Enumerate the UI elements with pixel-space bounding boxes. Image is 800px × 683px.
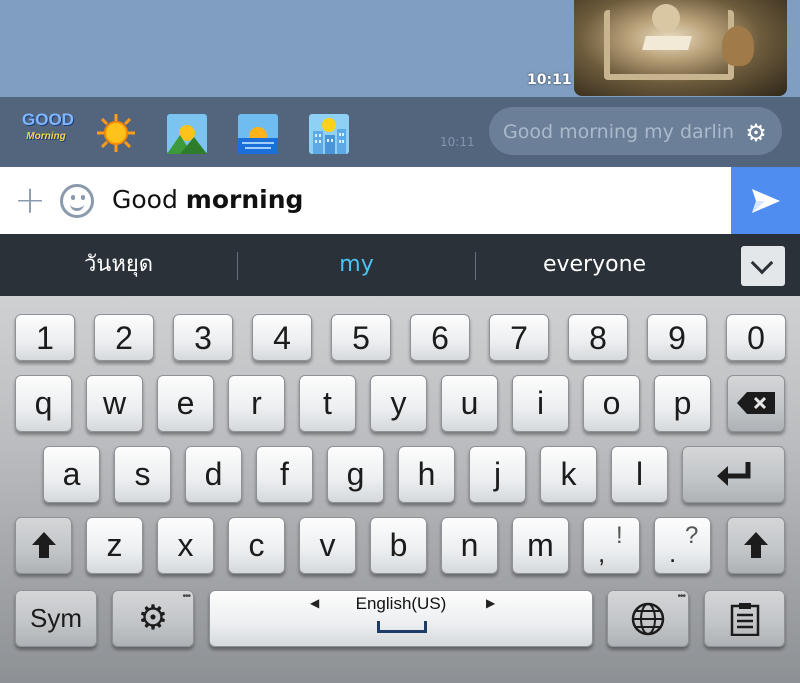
- shift-key-right[interactable]: [727, 517, 785, 574]
- key-q[interactable]: q: [15, 375, 72, 432]
- key-2[interactable]: 2: [94, 314, 154, 361]
- word-suggestion-bar: วันหยุด my everyone: [0, 234, 800, 296]
- key-comma[interactable]: , !: [583, 517, 640, 574]
- sunrise-sea-icon[interactable]: [237, 113, 278, 154]
- key-9[interactable]: 9: [647, 314, 707, 361]
- key-o[interactable]: o: [583, 375, 640, 432]
- key-v[interactable]: v: [299, 517, 356, 574]
- photo-message[interactable]: [574, 0, 787, 96]
- key-k[interactable]: k: [540, 446, 597, 503]
- key-t[interactable]: t: [299, 375, 356, 432]
- message-input-bar: + Good morning: [0, 167, 800, 234]
- space-key[interactable]: ◀ English(US) ▶: [209, 590, 593, 647]
- sticker-subtext: Morning: [26, 131, 66, 142]
- city-sun-icon[interactable]: [308, 113, 349, 154]
- suggestion-2[interactable]: my: [238, 234, 475, 296]
- key-i[interactable]: i: [512, 375, 569, 432]
- space-bar-icon: [377, 621, 427, 633]
- key-e[interactable]: e: [157, 375, 214, 432]
- language-key[interactable]: [607, 569, 689, 647]
- key-l[interactable]: l: [611, 446, 668, 503]
- key-s[interactable]: s: [114, 446, 171, 503]
- key-y[interactable]: y: [370, 375, 427, 432]
- key-period[interactable]: . ?: [654, 517, 711, 574]
- key-4[interactable]: 4: [252, 314, 312, 361]
- key-u[interactable]: u: [441, 375, 498, 432]
- key-x[interactable]: x: [157, 517, 214, 574]
- photo-book: [642, 36, 692, 50]
- key-5[interactable]: 5: [331, 314, 391, 361]
- key-0[interactable]: 0: [726, 314, 786, 361]
- key-f[interactable]: f: [256, 446, 313, 503]
- good-morning-sticker[interactable]: GOOD Morning: [22, 111, 74, 153]
- shift-key-left[interactable]: [15, 517, 72, 574]
- language-label: English(US): [355, 594, 447, 613]
- backspace-icon: [737, 392, 775, 414]
- key-h[interactable]: h: [398, 446, 455, 503]
- key-b[interactable]: b: [370, 517, 427, 574]
- key-d[interactable]: d: [185, 446, 242, 503]
- gear-icon: ⚙: [137, 599, 169, 637]
- language-right-arrow-icon: ▶: [486, 596, 496, 610]
- send-arrow-icon: [752, 189, 780, 213]
- key-z[interactable]: z: [86, 517, 143, 574]
- emoji-smiley-icon[interactable]: [60, 184, 94, 218]
- exclamation-label: !: [616, 522, 623, 549]
- key-p[interactable]: p: [654, 375, 711, 432]
- key-m[interactable]: m: [512, 517, 569, 574]
- photo-teddy-bear: [722, 26, 754, 66]
- key-6[interactable]: 6: [410, 314, 470, 361]
- sym-key[interactable]: Sym: [15, 590, 97, 647]
- chevron-down-icon[interactable]: [741, 246, 785, 286]
- question-label: ?: [685, 522, 699, 549]
- key-a[interactable]: a: [43, 446, 100, 503]
- comma-label: ,: [598, 538, 606, 568]
- shift-arrow-icon: [31, 532, 56, 558]
- message-timestamp: 10:11: [527, 72, 572, 88]
- shift-arrow-icon: [744, 532, 768, 558]
- ghost-message-timestamp: 10:11: [440, 135, 475, 149]
- add-attachment-button[interactable]: +: [10, 181, 50, 221]
- sticker-settings-gear-icon[interactable]: ⚙: [742, 119, 770, 147]
- enter-icon: [716, 462, 750, 486]
- chat-area: 10:11: [0, 0, 800, 97]
- keyboard: 1 2 3 4 5 6 7 8 9 0 q w e r t y u i o p …: [0, 296, 800, 683]
- message-input-composing-word: morning: [185, 185, 304, 214]
- suggestion-1[interactable]: วันหยุด: [0, 234, 237, 296]
- key-g[interactable]: g: [327, 446, 384, 503]
- period-label: .: [669, 538, 677, 568]
- key-n[interactable]: n: [441, 517, 498, 574]
- sticker-strip: GOOD Morning 10:11 Good morning my darli…: [0, 97, 800, 167]
- key-r[interactable]: r: [228, 375, 285, 432]
- backspace-key[interactable]: [727, 375, 785, 432]
- sunrise-mountains-icon[interactable]: [166, 113, 207, 154]
- sticker-text: GOOD: [22, 110, 74, 129]
- suggestion-3[interactable]: everyone: [476, 234, 713, 296]
- clipboard-key[interactable]: [704, 590, 785, 647]
- photo-girl: [652, 4, 680, 32]
- sun-icon[interactable]: [96, 113, 136, 153]
- send-button[interactable]: [731, 167, 800, 234]
- key-7[interactable]: 7: [489, 314, 549, 361]
- key-w[interactable]: w: [86, 375, 143, 432]
- settings-key[interactable]: ⚙: [112, 569, 194, 647]
- key-1[interactable]: 1: [15, 314, 75, 361]
- key-3[interactable]: 3: [173, 314, 233, 361]
- globe-icon: [631, 602, 665, 636]
- clipboard-icon: [730, 603, 759, 637]
- message-input[interactable]: Good morning: [112, 185, 303, 214]
- key-8[interactable]: 8: [568, 314, 628, 361]
- message-input-text: Good: [112, 185, 186, 214]
- key-c[interactable]: c: [228, 517, 285, 574]
- key-j[interactable]: j: [469, 446, 526, 503]
- ghost-message-text: Good morning my darling: [503, 121, 733, 143]
- enter-key[interactable]: [682, 446, 785, 503]
